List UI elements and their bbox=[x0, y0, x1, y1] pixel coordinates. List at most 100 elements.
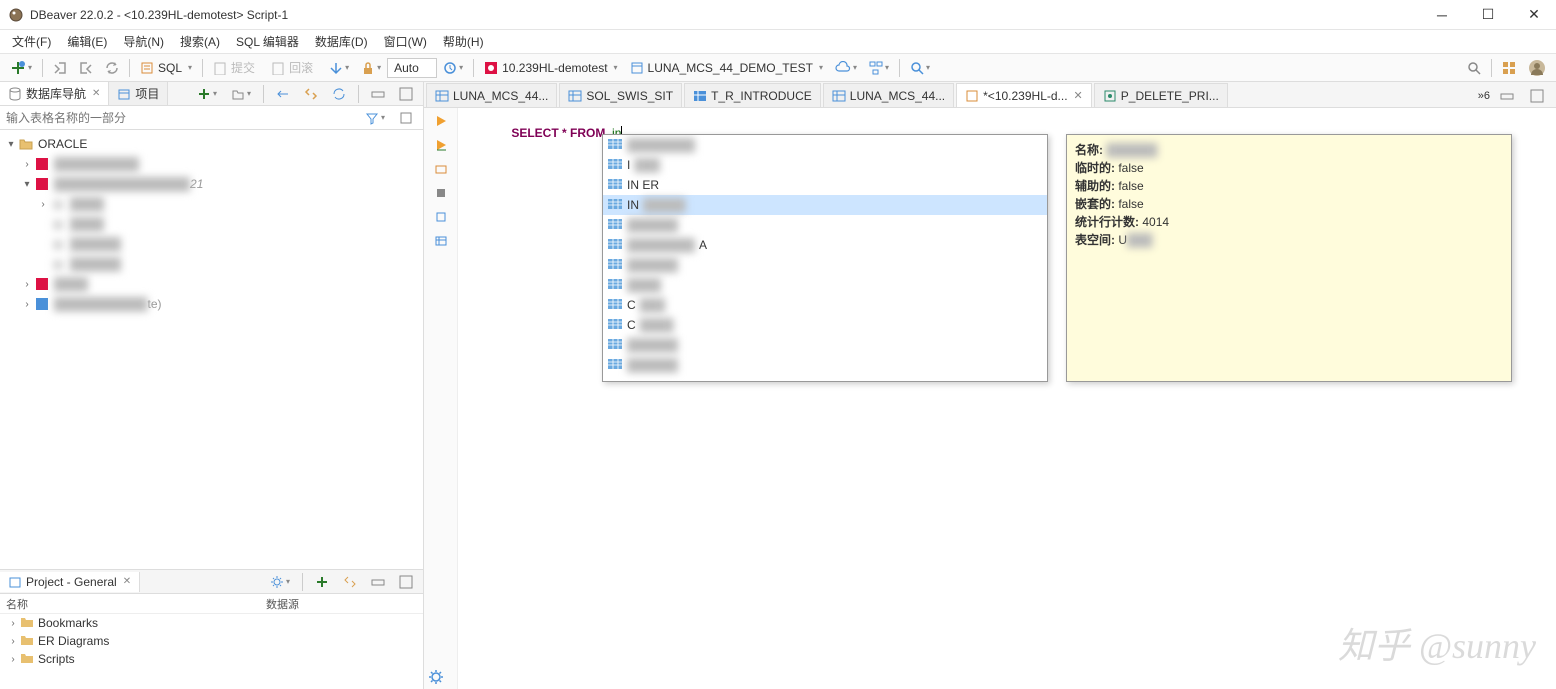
nav-min-button[interactable] bbox=[366, 83, 390, 105]
nav-max-button[interactable] bbox=[394, 83, 418, 105]
tx-button[interactable] bbox=[324, 57, 354, 79]
ac-item[interactable]: ████████ bbox=[603, 135, 1047, 155]
explain-button[interactable] bbox=[432, 160, 450, 178]
editor-tab[interactable]: P_DELETE_PRI... bbox=[1094, 83, 1228, 107]
connect-button[interactable] bbox=[48, 57, 72, 79]
project-max-button[interactable] bbox=[394, 571, 418, 593]
project-tab[interactable]: Project - General ✕ bbox=[0, 572, 140, 592]
nav-tab-database[interactable]: 数据库导航 ✕ bbox=[0, 82, 109, 105]
editor-tab[interactable]: SOL_SWIS_SIT bbox=[559, 83, 682, 107]
minimize-button[interactable]: ─ bbox=[1428, 1, 1456, 29]
tree-item[interactable]: ›██████████ bbox=[0, 154, 423, 174]
schema-icon: ▦ bbox=[50, 196, 66, 212]
tree-item[interactable]: ▦██████ bbox=[0, 254, 423, 274]
tree-item[interactable]: ›▦████ bbox=[0, 194, 423, 214]
project-row-er[interactable]: ›ER Diagrams bbox=[0, 632, 423, 650]
table-icon bbox=[693, 89, 707, 103]
tree-item[interactable]: ▾████████████████21 bbox=[0, 174, 423, 194]
editor-tab[interactable]: LUNA_MCS_44... bbox=[426, 83, 557, 107]
project-row-bookmarks[interactable]: ›Bookmarks bbox=[0, 614, 423, 632]
schema-select[interactable]: LUNA_MCS_44_DEMO_TEST bbox=[625, 57, 828, 79]
project-icon bbox=[8, 575, 22, 589]
perspective-button[interactable] bbox=[1497, 57, 1521, 79]
close-icon[interactable]: ✕ bbox=[92, 88, 100, 99]
main-toolbar: SQL 提交 回滚 Auto 10.239HL-demotest LUNA_MC… bbox=[0, 54, 1556, 82]
ac-item[interactable]: ██████ bbox=[603, 335, 1047, 355]
tree-root-oracle[interactable]: ▾ ORACLE bbox=[0, 134, 423, 154]
editor-tab[interactable]: LUNA_MCS_44... bbox=[823, 83, 954, 107]
new-connection-button[interactable] bbox=[5, 57, 37, 79]
tree-item[interactable]: ▦████ bbox=[0, 214, 423, 234]
filter-button[interactable] bbox=[360, 107, 390, 129]
project-min-button[interactable] bbox=[366, 571, 390, 593]
filter-settings-button[interactable] bbox=[394, 107, 418, 129]
commit-button[interactable]: 提交 bbox=[208, 57, 264, 79]
lock-button[interactable] bbox=[356, 57, 386, 79]
ac-item[interactable]: C███ bbox=[603, 295, 1047, 315]
close-icon[interactable]: ✕ bbox=[1074, 89, 1083, 102]
run-script-button[interactable] bbox=[432, 136, 450, 154]
tree-item[interactable]: ›████ bbox=[0, 274, 423, 294]
nav-tab-project[interactable]: 项目 bbox=[109, 82, 168, 105]
ac-item[interactable]: C████ bbox=[603, 315, 1047, 335]
search-button[interactable] bbox=[905, 57, 935, 79]
nav-link-button[interactable] bbox=[299, 83, 323, 105]
rollback-button[interactable]: 回滚 bbox=[266, 57, 322, 79]
project-new-button[interactable] bbox=[310, 571, 334, 593]
tree-item[interactable]: ▦██████ bbox=[0, 234, 423, 254]
nav-collapse-button[interactable] bbox=[271, 83, 295, 105]
run-button[interactable] bbox=[432, 112, 450, 130]
ac-item[interactable]: ████████A bbox=[603, 235, 1047, 255]
ac-item[interactable]: ██████ bbox=[603, 215, 1047, 235]
menu-file[interactable]: 文件(F) bbox=[4, 31, 59, 52]
export-button[interactable] bbox=[432, 208, 450, 226]
table-button[interactable] bbox=[432, 232, 450, 250]
autocomplete-popup[interactable]: ████████ I███ IN ER IN█████ ██████ █████… bbox=[602, 134, 1048, 382]
editor-tab[interactable]: T_R_INTRODUCE bbox=[684, 83, 821, 107]
user-button[interactable] bbox=[1523, 57, 1551, 79]
connection-select[interactable]: 10.239HL-demotest bbox=[479, 57, 622, 79]
maximize-button[interactable]: ☐ bbox=[1474, 1, 1502, 29]
editor-max-button[interactable] bbox=[1525, 85, 1549, 107]
tree-item[interactable]: ›███████████te) bbox=[0, 294, 423, 314]
table-icon bbox=[435, 89, 449, 103]
menu-edit[interactable]: 编辑(E) bbox=[59, 31, 115, 52]
menu-database[interactable]: 数据库(D) bbox=[307, 31, 376, 52]
table-icon bbox=[832, 89, 846, 103]
refresh-button[interactable] bbox=[100, 57, 124, 79]
menu-window[interactable]: 窗口(W) bbox=[376, 31, 435, 52]
nav-new-button[interactable] bbox=[192, 83, 222, 105]
ac-item[interactable]: ██████ bbox=[603, 255, 1047, 275]
close-button[interactable]: ✕ bbox=[1520, 1, 1548, 29]
erd-button[interactable] bbox=[864, 57, 894, 79]
menu-search[interactable]: 搜索(A) bbox=[172, 31, 228, 52]
project-link-button[interactable] bbox=[338, 571, 362, 593]
ac-item[interactable]: ████ bbox=[603, 275, 1047, 295]
disconnect-button[interactable] bbox=[74, 57, 98, 79]
menu-nav[interactable]: 导航(N) bbox=[115, 31, 172, 52]
editor-tab-active[interactable]: *<10.239HL-d...✕ bbox=[956, 83, 1092, 107]
stop-button[interactable] bbox=[432, 184, 450, 202]
cloud-button[interactable] bbox=[830, 57, 862, 79]
auto-select[interactable]: Auto bbox=[387, 58, 437, 78]
menu-help[interactable]: 帮助(H) bbox=[435, 31, 492, 52]
editor-min-button[interactable] bbox=[1495, 85, 1519, 107]
nav-folder-button[interactable] bbox=[226, 83, 256, 105]
sql-editor-button[interactable]: SQL bbox=[135, 57, 197, 79]
nav-filter-input[interactable] bbox=[0, 107, 355, 129]
close-icon[interactable]: ✕ bbox=[123, 576, 131, 587]
ac-item[interactable]: IN ER bbox=[603, 175, 1047, 195]
status-gear-icon[interactable] bbox=[428, 669, 444, 685]
project-row-scripts[interactable]: ›Scripts bbox=[0, 650, 423, 668]
search-icon[interactable] bbox=[1462, 57, 1486, 79]
ac-item[interactable]: I███ bbox=[603, 155, 1047, 175]
project-settings-button[interactable] bbox=[265, 571, 295, 593]
db-tree[interactable]: ▾ ORACLE ›██████████ ▾████████████████21… bbox=[0, 130, 423, 569]
menu-sql[interactable]: SQL 编辑器 bbox=[228, 31, 307, 52]
nav-refresh-button[interactable] bbox=[327, 83, 351, 105]
ac-item-selected[interactable]: IN█████ bbox=[603, 195, 1047, 215]
history-button[interactable] bbox=[438, 57, 468, 79]
ac-item[interactable]: ██████ bbox=[603, 355, 1047, 375]
tabs-overflow[interactable]: »6 bbox=[1478, 90, 1490, 102]
database-icon bbox=[8, 87, 22, 101]
